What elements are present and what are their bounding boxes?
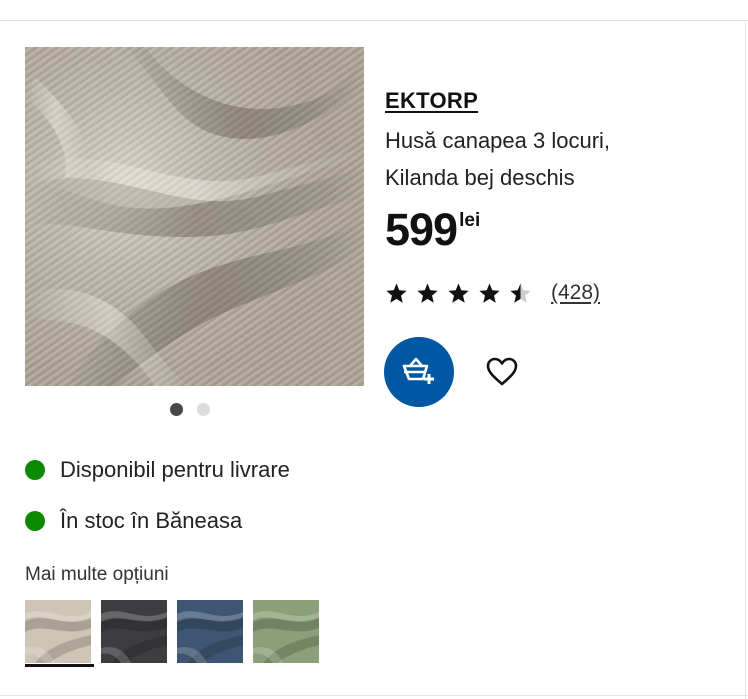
star-full-icon xyxy=(417,282,438,303)
carousel-dot-2[interactable] xyxy=(197,403,210,416)
product-brand-link[interactable]: EKTORP xyxy=(385,88,478,114)
store-availability[interactable]: În stoc în Băneasa xyxy=(25,506,242,536)
product-card-page: EKTORP Husă canapea 3 locuri, Kilanda be… xyxy=(0,0,748,699)
heart-icon xyxy=(486,357,518,386)
delivery-availability-text: Disponibil pentru livrare xyxy=(60,457,290,482)
more-options-heading: Mai multe opțiuni xyxy=(25,564,169,585)
color-swatch-3[interactable] xyxy=(177,600,243,663)
add-to-cart-icon xyxy=(402,357,434,384)
bottom-divider xyxy=(0,695,748,696)
right-divider xyxy=(745,20,746,699)
top-divider xyxy=(0,20,748,21)
color-swatch-1[interactable] xyxy=(25,600,91,663)
rating-stars xyxy=(385,282,532,305)
color-swatch-2[interactable] xyxy=(101,600,167,663)
star-full-icon xyxy=(448,282,469,303)
fabric-swatch-image xyxy=(25,600,91,663)
carousel-dot-1[interactable] xyxy=(170,403,183,416)
add-to-favourites-button[interactable] xyxy=(482,352,522,392)
price-currency: lei xyxy=(459,210,481,231)
fabric-swatch-image xyxy=(253,600,319,663)
review-count-link[interactable]: (428) xyxy=(551,281,600,305)
color-swatch-4[interactable] xyxy=(253,600,319,663)
add-to-cart-button[interactable] xyxy=(384,337,454,407)
image-carousel-dots xyxy=(170,403,210,416)
fabric-swatch-image xyxy=(101,600,167,663)
product-image[interactable] xyxy=(25,47,364,386)
price-amount: 599 xyxy=(385,204,458,255)
product-description-line-1: Husă canapea 3 locuri, xyxy=(385,128,611,153)
store-status-dot xyxy=(25,511,45,531)
product-description[interactable]: Husă canapea 3 locuri, Kilanda bej desch… xyxy=(385,122,705,196)
star-full-icon xyxy=(479,282,500,303)
product-price: 599 lei xyxy=(385,204,480,256)
product-rating[interactable]: (428) xyxy=(385,281,600,305)
delivery-status-dot xyxy=(25,460,45,480)
product-description-line-2: Kilanda bej deschis xyxy=(385,165,575,190)
fabric-swatch-image xyxy=(177,600,243,663)
star-half-icon xyxy=(510,282,531,303)
store-availability-text: În stoc în Băneasa xyxy=(60,508,243,533)
star-full-icon xyxy=(386,282,407,303)
delivery-availability: Disponibil pentru livrare xyxy=(25,455,290,485)
selected-swatch-indicator xyxy=(25,664,94,667)
color-swatches xyxy=(25,600,319,663)
